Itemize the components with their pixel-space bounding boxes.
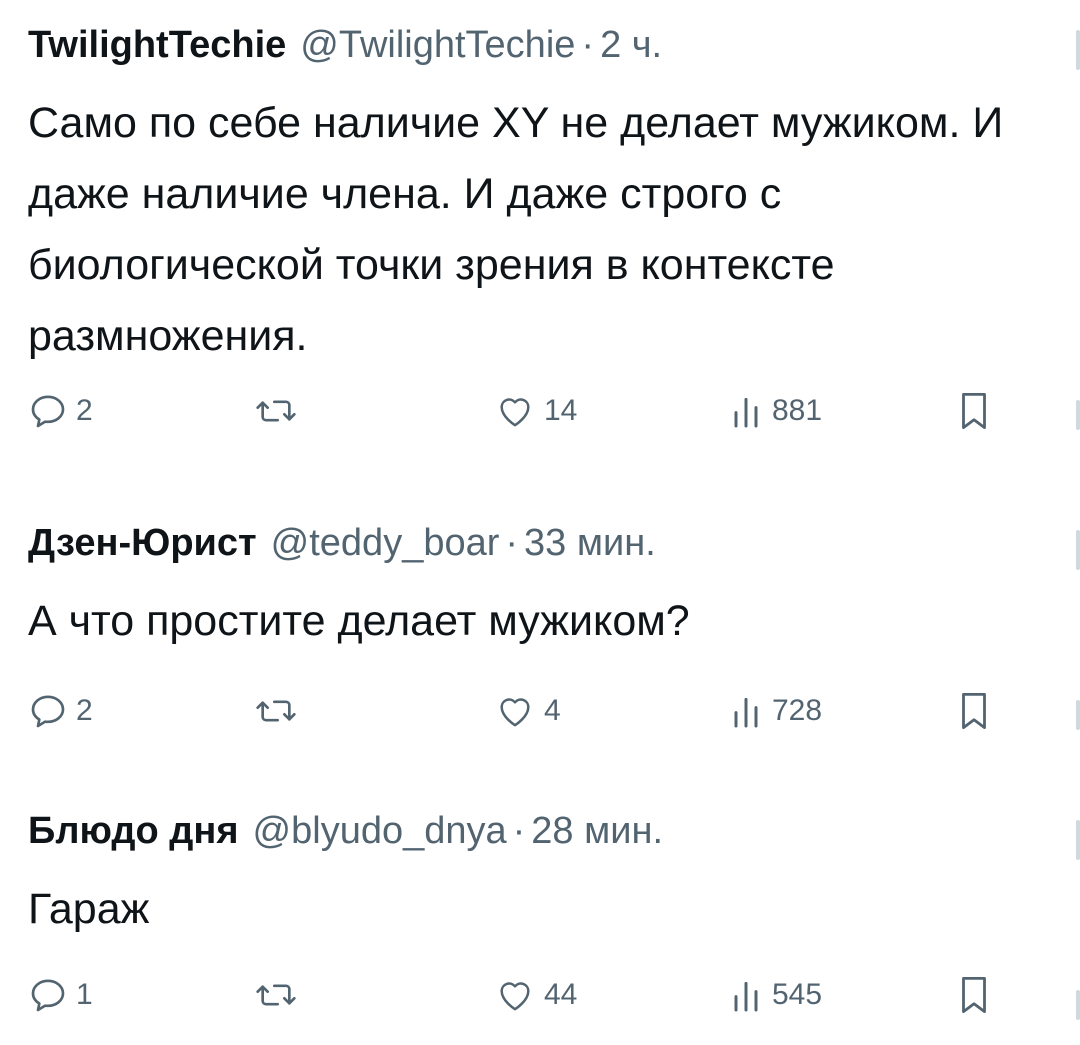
reply-icon	[28, 691, 68, 731]
share-icon-fragment	[1076, 990, 1080, 1020]
like-button[interactable]: 14	[494, 386, 577, 436]
author-name[interactable]: Дзен-Юрист	[28, 522, 257, 565]
retweet-icon	[254, 391, 298, 431]
separator-dot: ·	[505, 522, 519, 564]
bookmark-icon	[958, 974, 990, 1016]
reply-button[interactable]: 1	[28, 970, 93, 1020]
heart-icon	[494, 975, 536, 1015]
tweet-actions: 2 4 728	[28, 686, 1058, 736]
reply-icon	[28, 391, 68, 431]
share-icon-fragment	[1076, 30, 1080, 70]
tweet-header: TwilightTechie @TwilightTechie · 2 ч.	[28, 24, 1058, 74]
bookmark-button[interactable]	[958, 970, 990, 1020]
views-icon	[728, 975, 764, 1015]
like-button[interactable]: 4	[494, 686, 561, 736]
tweet[interactable]: TwilightTechie @TwilightTechie · 2 ч. Са…	[28, 24, 1058, 430]
share-icon-fragment	[1076, 700, 1080, 730]
retweet-button[interactable]	[254, 970, 298, 1020]
views-button[interactable]: 545	[728, 970, 822, 1020]
heart-icon	[494, 691, 536, 731]
reply-thread: TwilightTechie @TwilightTechie · 2 ч. Са…	[0, 0, 1080, 1045]
tweet-text: Гараж	[28, 885, 150, 933]
views-icon	[728, 391, 764, 431]
views-count: 881	[772, 394, 823, 427]
tweet[interactable]: Блюдо дня @blyudo_dnya · 28 мин. Гараж 1	[28, 810, 1058, 1014]
tweet-text: Само по себе наличие XY не делает мужико…	[28, 99, 1004, 360]
views-button[interactable]: 728	[728, 686, 822, 736]
share-icon-fragment	[1076, 400, 1080, 430]
share-icon-fragment	[1076, 530, 1080, 570]
author-name[interactable]: TwilightTechie	[28, 24, 286, 67]
tweet-actions: 2 14 881	[28, 386, 1058, 436]
tweet-timestamp[interactable]: 2 ч.	[600, 24, 662, 67]
tweet-header: Блюдо дня @blyudo_dnya · 28 мин.	[28, 810, 1058, 860]
like-count: 44	[544, 978, 578, 1011]
bookmark-icon	[958, 690, 990, 732]
separator-dot: ·	[512, 810, 526, 852]
retweet-icon	[254, 691, 298, 731]
retweet-icon	[254, 975, 298, 1015]
bookmark-button[interactable]	[958, 686, 990, 736]
bookmark-icon	[958, 390, 990, 432]
tweet-header: Дзен-Юрист @teddy_boar · 33 мин.	[28, 522, 1058, 572]
reply-count: 2	[76, 694, 93, 727]
views-icon	[728, 691, 764, 731]
like-count: 4	[544, 694, 561, 727]
reply-icon	[28, 975, 68, 1015]
views-button[interactable]: 881	[728, 386, 822, 436]
author-handle[interactable]: @teddy_boar	[271, 522, 500, 565]
reply-count: 1	[76, 978, 93, 1011]
author-handle[interactable]: @TwilightTechie	[300, 24, 575, 67]
views-count: 545	[772, 978, 823, 1011]
reply-count: 2	[76, 394, 93, 427]
tweet-text: А что простите делает мужиком?	[28, 597, 690, 645]
bookmark-button[interactable]	[958, 386, 990, 436]
heart-icon	[494, 391, 536, 431]
tweet-timestamp[interactable]: 28 мин.	[531, 810, 663, 853]
tweet-timestamp[interactable]: 33 мин.	[524, 522, 656, 565]
author-handle[interactable]: @blyudo_dnya	[253, 810, 507, 853]
tweet-actions: 1 44 545	[28, 970, 1058, 1020]
like-count: 14	[544, 394, 578, 427]
views-count: 728	[772, 694, 823, 727]
share-icon-fragment	[1076, 820, 1080, 860]
like-button[interactable]: 44	[494, 970, 577, 1020]
author-name[interactable]: Блюдо дня	[28, 810, 239, 853]
retweet-button[interactable]	[254, 686, 298, 736]
separator-dot: ·	[581, 24, 595, 66]
reply-button[interactable]: 2	[28, 386, 93, 436]
reply-button[interactable]: 2	[28, 686, 93, 736]
tweet[interactable]: Дзен-Юрист @teddy_boar · 33 мин. А что п…	[28, 522, 1058, 730]
retweet-button[interactable]	[254, 386, 298, 436]
